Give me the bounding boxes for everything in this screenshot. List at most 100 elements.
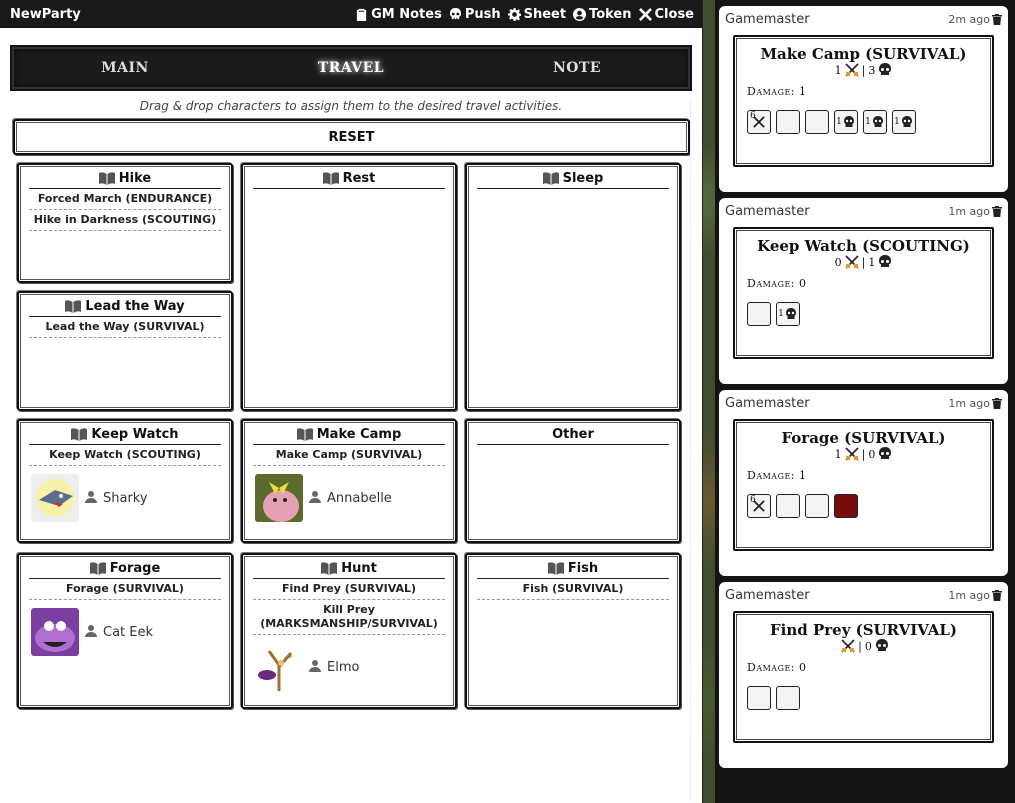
die-blank <box>747 302 771 326</box>
push-button[interactable]: Push <box>449 7 501 22</box>
close-button[interactable]: Close <box>638 7 694 22</box>
trash-icon[interactable] <box>992 206 1002 217</box>
sheet-label: Sheet <box>523 6 567 22</box>
character-token[interactable]: Cat Eek <box>31 608 221 656</box>
success-count: 1 <box>834 447 842 461</box>
skull-icon <box>843 116 854 127</box>
book-icon <box>547 562 564 575</box>
window-titlebar[interactable]: NewParty GM Notes Push Sheet Token Close <box>0 0 702 28</box>
tab-main[interactable]: MAIN <box>12 60 238 76</box>
activity-sleep[interactable]: Sleep <box>465 163 681 411</box>
swords-icon <box>845 255 859 269</box>
character-token[interactable]: Elmo <box>255 643 445 691</box>
reset-button[interactable]: RESET <box>13 119 690 155</box>
bane-count: 1 <box>868 255 876 269</box>
user-icon <box>85 624 97 640</box>
skill-roll-button[interactable]: Forage (SURVIVAL) <box>29 579 221 600</box>
die-blank <box>805 494 829 518</box>
gm-notes-label: GM Notes <box>371 6 442 22</box>
activity-forage[interactable]: Forage Forage (SURVIVAL) Cat Eek <box>17 553 233 709</box>
separator: | <box>858 639 862 653</box>
activity-make-camp[interactable]: Make Camp Make Camp (SURVIVAL) Annabelle <box>241 419 457 543</box>
damage-value: 0 <box>799 277 807 290</box>
tab-note[interactable]: NOTE <box>464 60 690 76</box>
activity-keep-watch[interactable]: Keep Watch Keep Watch (SCOUTING) Sharky <box>17 419 233 543</box>
gear-icon <box>507 7 521 21</box>
activity-title-text: Make Camp <box>316 427 402 442</box>
roll-card: Forage (SURVIVAL) 1 | 0 Damage: 1 6 <box>733 419 994 551</box>
activity-title: Hunt <box>253 561 445 579</box>
close-icon <box>638 7 652 21</box>
activity-title-text: Other <box>552 427 594 442</box>
die-bane: 1 <box>892 110 916 134</box>
damage-label: Damage: <box>747 85 796 98</box>
swords-icon <box>845 447 859 461</box>
skull-icon <box>449 7 461 19</box>
push-label: Push <box>464 6 501 22</box>
chat-message: Gamemaster 1m ago Keep Watch (SCOUTING) … <box>719 198 1008 384</box>
clipboard-icon <box>356 8 367 21</box>
chat-message: Gamemaster 1m ago Find Prey (SURVIVAL) |… <box>719 582 1008 768</box>
roll-result: | 0 <box>747 639 980 653</box>
damage-value: 1 <box>799 85 807 98</box>
trash-icon[interactable] <box>992 398 1002 409</box>
skill-roll-button[interactable]: Forced March (ENDURANCE) <box>29 189 221 210</box>
message-author: Gamemaster <box>725 396 810 411</box>
activity-lead-the-way[interactable]: Lead the Way Lead the Way (SURVIVAL) <box>17 291 233 411</box>
token-button[interactable]: Token <box>573 7 632 22</box>
activity-fish[interactable]: Fish Fish (SURVIVAL) <box>465 553 681 709</box>
dice-tray: 6 1 1 1 <box>747 110 980 134</box>
activity-title-text: Sleep <box>562 171 604 186</box>
dice-tray: 6 <box>747 494 980 518</box>
book-icon <box>89 562 106 575</box>
character-name: Cat Eek <box>103 624 154 640</box>
activity-other[interactable]: Other <box>465 419 681 543</box>
activity-hike[interactable]: Hike Forced March (ENDURANCE) Hike in Da… <box>17 163 233 283</box>
die-bane: 1 <box>834 110 858 134</box>
roll-title: Forage (SURVIVAL) <box>781 429 946 447</box>
skill-roll-button[interactable]: Hike in Darkness (SCOUTING) <box>29 210 221 231</box>
skill-roll-button[interactable]: Kill Prey (MARKSMANSHIP/SURVIVAL) <box>253 600 445 635</box>
message-time: 1m ago <box>948 205 990 218</box>
activity-rest[interactable]: Rest <box>241 163 457 411</box>
roll-card: Make Camp (SURVIVAL) 1 | 3 Damage: 1 6 1… <box>733 35 994 167</box>
gm-notes-button[interactable]: GM Notes <box>355 7 442 22</box>
activity-title-text: Hike <box>118 171 152 186</box>
roll-card: Find Prey (SURVIVAL) | 0 Damage: 0 <box>733 611 994 743</box>
sheet-button[interactable]: Sheet <box>507 6 567 22</box>
message-author: Gamemaster <box>725 204 810 219</box>
skill-roll-button[interactable]: Fish (SURVIVAL) <box>477 579 669 600</box>
trash-icon[interactable] <box>992 590 1002 601</box>
die-bane: 1 <box>776 302 800 326</box>
separator: | <box>861 255 866 269</box>
message-header: Gamemaster 2m ago <box>725 12 1002 27</box>
tab-travel[interactable]: TRAVEL <box>238 60 464 76</box>
party-window: NewParty GM Notes Push Sheet Token Close <box>0 0 703 803</box>
message-header: Gamemaster 1m ago <box>725 396 1002 411</box>
activity-hunt[interactable]: Hunt Find Prey (SURVIVAL) Kill Prey (MAR… <box>241 553 457 709</box>
character-token[interactable]: Annabelle <box>255 474 445 522</box>
bane-count: 0 <box>864 639 872 653</box>
skull-icon <box>879 447 892 459</box>
character-name: Annabelle <box>327 490 392 506</box>
trash-icon[interactable] <box>992 14 1002 25</box>
avatar <box>31 608 79 656</box>
die-face: 6 <box>750 495 756 505</box>
user-icon <box>309 490 321 506</box>
book-icon <box>98 172 115 185</box>
skull-icon <box>872 116 883 127</box>
skill-roll-button[interactable]: Keep Watch (SCOUTING) <box>29 445 221 466</box>
message-header: Gamemaster 1m ago <box>725 204 1002 219</box>
damage-line: Damage: 1 <box>747 469 980 482</box>
character-token[interactable]: Sharky <box>31 474 221 522</box>
skill-roll-button[interactable]: Lead the Way (SURVIVAL) <box>29 317 221 338</box>
activity-title: Sleep <box>477 171 669 189</box>
success-count: 1 <box>834 63 842 77</box>
book-icon <box>71 428 88 441</box>
skill-roll-button[interactable]: Make Camp (SURVIVAL) <box>253 445 445 466</box>
avatar <box>255 643 303 691</box>
travel-hint: Drag & drop characters to assign them to… <box>139 99 563 113</box>
skull-icon <box>901 116 912 127</box>
scrollbar[interactable] <box>690 100 700 800</box>
skill-roll-button[interactable]: Find Prey (SURVIVAL) <box>253 579 445 600</box>
